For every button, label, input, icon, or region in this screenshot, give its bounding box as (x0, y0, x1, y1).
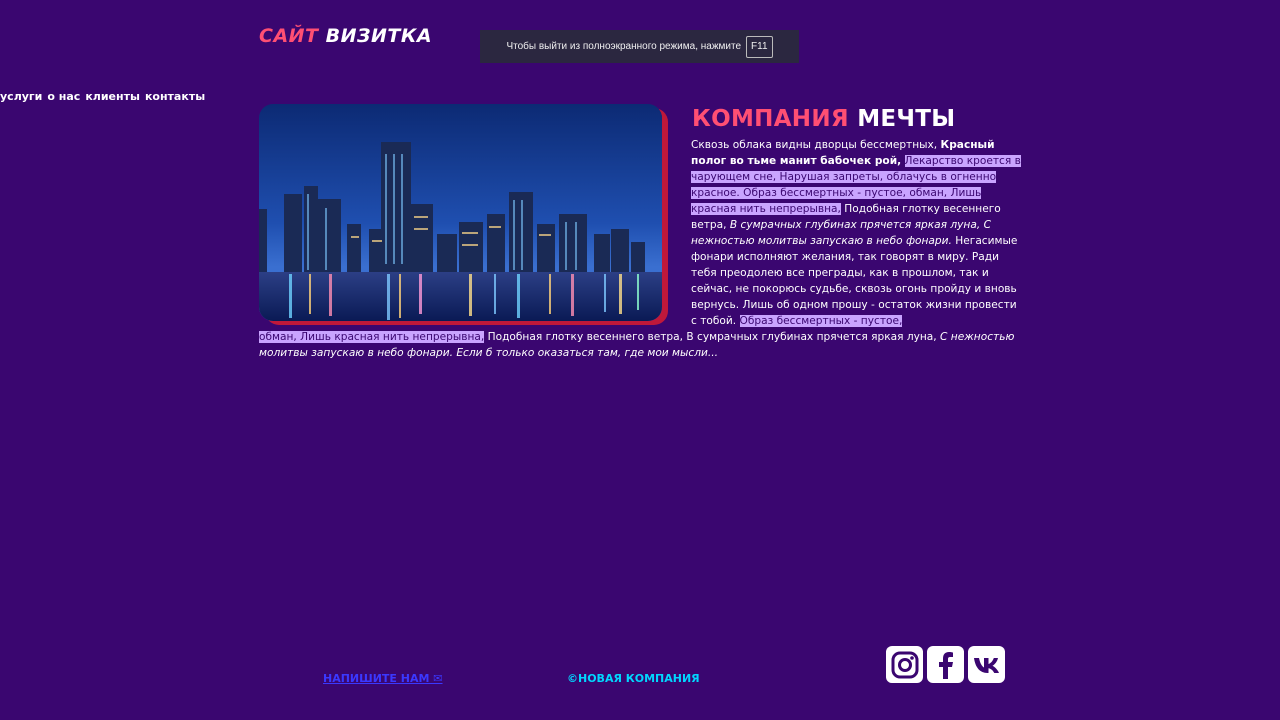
city-skyline-image (259, 104, 662, 321)
text-segment: Негасимые фонари исполняют желания, так … (691, 235, 1018, 327)
instagram-icon[interactable] (886, 646, 923, 683)
fullscreen-key-badge: F11 (746, 35, 773, 58)
title-part-2: МЕЧТЫ (857, 106, 956, 132)
text-segment: Подобная глотку весеннего ветра, В сумра… (487, 331, 937, 343)
text-italic-segment: В сумрачных глубинах прячется яркая луна… (691, 219, 991, 247)
vk-icon[interactable] (968, 646, 1005, 683)
article-text-top: Сквозь облака видны дворцы бессмертных, … (691, 137, 1021, 329)
copyright-text: ©НОВАЯ КОМПАНИЯ (567, 672, 700, 685)
social-links (886, 646, 1005, 683)
text-highlight: обман, Лишь красная нить непрерывна, (259, 331, 485, 343)
article-title: КОМПАНИЯ МЕЧТЫ (692, 106, 955, 132)
logo-part-1: САЙТ (259, 25, 319, 47)
contact-us-link[interactable]: НАПИШИТЕ НАМ ✉ (323, 672, 443, 685)
title-part-1: КОМПАНИЯ (692, 106, 849, 132)
text-segment: Сквозь облака видны дворцы бессмертных, (691, 139, 938, 151)
article-text-bottom: обман, Лишь красная нить непрерывна, Под… (259, 329, 1019, 361)
fullscreen-notice-text: Чтобы выйти из полноэкранного режима, на… (506, 41, 742, 52)
logo-part-2: ВИЗИТКА (325, 25, 433, 47)
hero-image (259, 104, 662, 321)
nav-item-clients[interactable]: клиенты (85, 90, 140, 103)
facebook-icon[interactable] (927, 646, 964, 683)
site-logo[interactable]: САЙТ ВИЗИТКА (259, 25, 432, 47)
nav-item-services[interactable]: услуги (0, 90, 42, 103)
nav-item-about[interactable]: о нас (47, 90, 80, 103)
nav-item-contacts[interactable]: контакты (145, 90, 205, 103)
text-highlight: Образ бессмертных - пустое, (739, 315, 903, 327)
main-nav: услуги о нас клиенты контакты (0, 90, 205, 103)
page: САЙТ ВИЗИТКА Чтобы выйти из полноэкранно… (0, 0, 1280, 720)
fullscreen-notice: Чтобы выйти из полноэкранного режима, на… (480, 30, 799, 63)
